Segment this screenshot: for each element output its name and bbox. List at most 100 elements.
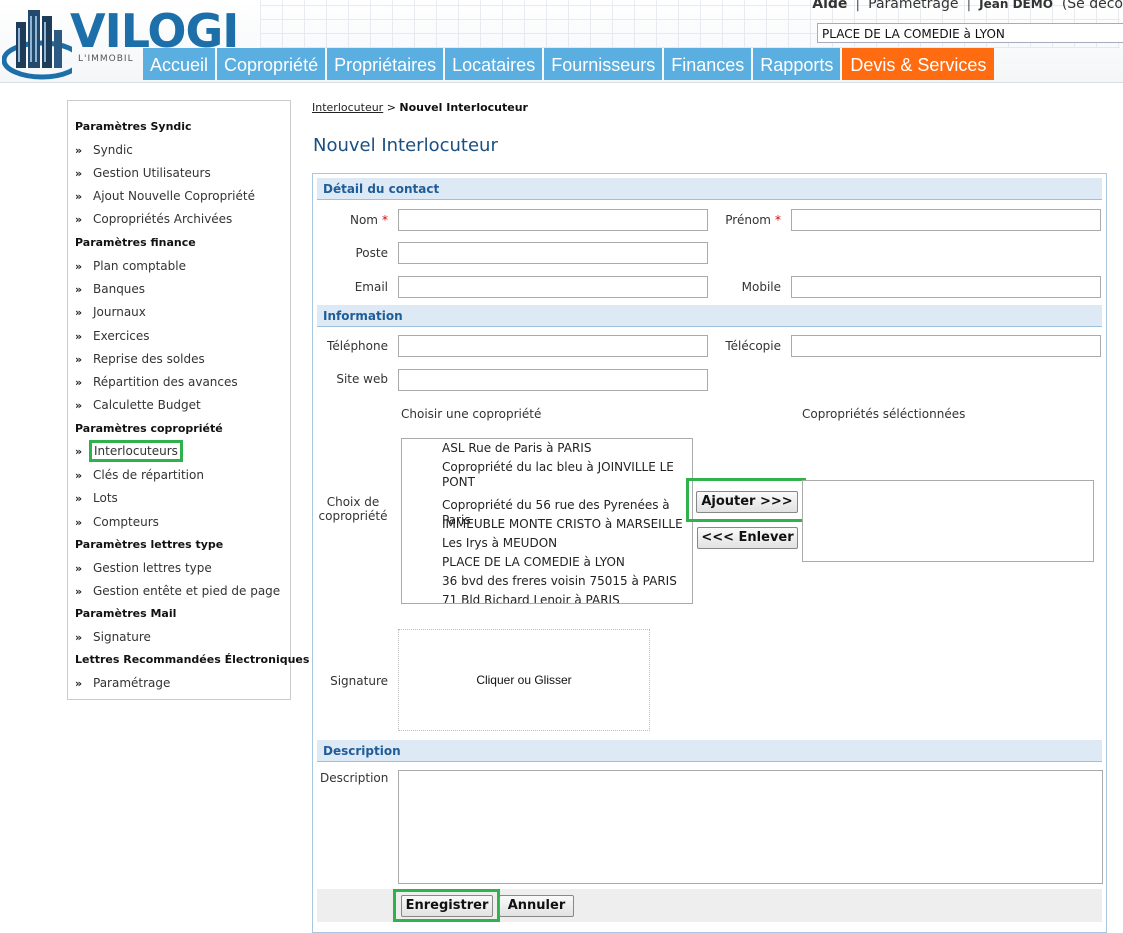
description-textarea[interactable]	[398, 770, 1103, 884]
poste-label: Poste	[355, 246, 389, 260]
choix-copropriete-label: Choix de copropriété	[318, 495, 388, 523]
required-marker: *	[382, 213, 388, 227]
sidebar-section-heading: Paramètres finance	[75, 236, 196, 249]
chevron-right-icon: »	[75, 445, 83, 458]
section-description-header: Description	[317, 740, 1102, 762]
sidebar-item-signature[interactable]: » Signature	[75, 630, 151, 644]
copropriete-option[interactable]: IMMEUBLE MONTE CRISTO à MARSEILLE	[442, 517, 688, 532]
chevron-right-icon: »	[75, 190, 83, 203]
logout-link[interactable]: (Se déco	[1062, 0, 1123, 12]
sidebar-section-heading: Paramètres Mail	[75, 607, 177, 620]
copropriete-option[interactable]: 71 Bld Richard Lenoir à PARIS	[442, 593, 688, 603]
telecopie-label: Télécopie	[725, 339, 781, 353]
sidebar-item-label: Lots	[93, 491, 118, 505]
sidebar-item-exercices[interactable]: » Exercices	[75, 329, 150, 343]
tab-rapports[interactable]: Rapports	[753, 48, 841, 80]
breadcrumb-interlocuteur-link[interactable]: Interlocuteur	[312, 101, 383, 114]
telephone-input[interactable]	[398, 335, 708, 357]
settings-sidebar: Paramètres Syndic » Syndic » Gestion Utilisa…	[67, 100, 309, 700]
tab-finances[interactable]: Finances	[664, 48, 752, 80]
sidebar-item-compteurs[interactable]: » Compteurs	[75, 515, 159, 529]
prenom-input[interactable]	[791, 209, 1101, 231]
mobile-input[interactable]	[791, 276, 1101, 298]
sidebar-item-parametrage[interactable]: » Paramétrage	[75, 676, 170, 690]
sidebar-item-ajout-nouvelle-copropriete[interactable]: » Ajout Nouvelle Copropriété	[75, 189, 255, 203]
sidebar-item-banques[interactable]: » Banques	[75, 282, 145, 296]
siteweb-label: Site web	[336, 372, 388, 386]
siteweb-input[interactable]	[398, 369, 708, 391]
logo-tagline: L'IMMOBIL	[78, 54, 134, 64]
selected-coproprietes-list[interactable]	[802, 480, 1094, 562]
telecopie-input[interactable]	[791, 335, 1101, 357]
telephone-label: Téléphone	[327, 339, 388, 353]
sidebar-section-heading: Paramètres lettres type	[75, 538, 224, 551]
sidebar-item-coproprietes-archivees[interactable]: » Copropriétés Archivées	[75, 212, 232, 226]
copropriete-option[interactable]: Les Irys à MEUDON	[442, 536, 688, 551]
enlever-button[interactable]: <<< Enlever	[697, 527, 798, 549]
copropriete-selector[interactable]: PLACE DE LA COMEDIE à LYON	[817, 23, 1123, 43]
sidebar-item-cles-de-repartition[interactable]: » Clés de répartition	[75, 468, 204, 482]
sidebar-section-heading: Paramètres copropriété	[75, 422, 223, 435]
enregistrer-button[interactable]: Enregistrer	[401, 895, 493, 917]
chevron-right-icon: »	[75, 167, 83, 180]
aide-link[interactable]: Aide	[812, 0, 847, 12]
section-description-title: Description	[323, 744, 401, 758]
copropriete-option[interactable]: PLACE DE LA COMEDIE à LYON	[442, 555, 688, 570]
email-input[interactable]	[398, 276, 708, 298]
chevron-right-icon: »	[75, 376, 83, 389]
tab-locataires[interactable]: Locataires	[445, 48, 543, 80]
sidebar-item-plan-comptable[interactable]: » Plan comptable	[75, 259, 186, 273]
email-label: Email	[354, 280, 388, 294]
sidebar-item-label: Banques	[93, 282, 146, 296]
chevron-right-icon: »	[75, 283, 83, 296]
chevron-right-icon: »	[75, 516, 83, 529]
chevron-right-icon: »	[75, 213, 83, 226]
sidebar-item-journaux[interactable]: » Journaux	[75, 305, 146, 319]
breadcrumb-separator: >	[386, 101, 396, 114]
annuler-button[interactable]: Annuler	[499, 895, 574, 917]
nom-input[interactable]	[398, 209, 708, 231]
sidebar-item-calculette-budget[interactable]: » Calculette Budget	[75, 398, 201, 412]
sidebar-item-gestion-lettres-type[interactable]: » Gestion lettres type	[75, 561, 212, 575]
chevron-right-icon: »	[75, 353, 83, 366]
sidebar-item-repartition-des-avances[interactable]: » Répartition des avances	[75, 375, 238, 389]
building-logo-icon	[2, 10, 72, 80]
link-separator: |	[966, 0, 972, 12]
tab-proprietaires[interactable]: Propriétaires	[327, 48, 444, 80]
tab-devis-services[interactable]: Devis & Services	[842, 48, 995, 80]
sidebar-item-label: Clés de répartition	[93, 468, 204, 482]
sidebar-item-lots[interactable]: » Lots	[75, 491, 118, 505]
ajouter-button[interactable]: Ajouter >>>	[696, 491, 798, 513]
sidebar-item-label: Interlocuteurs	[89, 440, 183, 462]
signature-dropzone[interactable]: Cliquer ou Glisser	[398, 629, 650, 731]
sidebar-item-reprise-des-soldes[interactable]: » Reprise des soldes	[75, 352, 205, 366]
description-label: Description	[320, 771, 389, 785]
section-information-header: Information	[317, 305, 1102, 327]
sidebar-item-gestion-entete-et-pied-de-page[interactable]: » Gestion entête et pied de page	[75, 584, 280, 598]
required-marker: *	[775, 213, 781, 227]
chevron-right-icon: »	[75, 469, 83, 482]
chevron-right-icon: »	[75, 677, 83, 690]
sidebar-section-heading: Lettres Recommandées Électroniques	[75, 653, 310, 666]
chevron-right-icon: »	[75, 330, 83, 343]
sidebar-section-heading: Paramètres Syndic	[75, 120, 192, 133]
copropriete-option[interactable]: ASL Rue de Paris à PARIS	[442, 441, 688, 456]
sidebar-item-syndic[interactable]: » Syndic	[75, 143, 133, 157]
prenom-label: Prénom *	[725, 213, 781, 227]
tab-accueil[interactable]: Accueil	[143, 48, 216, 80]
sidebar-item-label: Gestion entête et pied de page	[93, 584, 281, 598]
tab-copropriete[interactable]: Copropriété	[217, 48, 326, 80]
sidebar-item-label: Gestion Utilisateurs	[93, 166, 211, 180]
parametrage-link[interactable]: Paramétrage	[868, 0, 958, 12]
copropriete-option[interactable]: 36 bvd des freres voisin 75015 à PARIS	[442, 574, 688, 589]
sidebar-item-gestion-utilisateurs[interactable]: » Gestion Utilisateurs	[75, 166, 211, 180]
copropriete-option[interactable]: Copropriété du lac bleu à JOINVILLE LE P…	[442, 460, 688, 490]
sidebar-item-label: Signature	[93, 630, 151, 644]
poste-input[interactable]	[398, 242, 708, 264]
sidebar-item-label: Compteurs	[93, 515, 159, 529]
copropriete-choice-list[interactable]: ASL Rue de Paris à PARIS Copropriété du l…	[401, 438, 693, 604]
tab-fournisseurs[interactable]: Fournisseurs	[544, 48, 663, 80]
sidebar-item-label: Journaux	[93, 305, 146, 319]
sidebar-item-label: Calculette Budget	[93, 398, 201, 412]
sidebar-item-interlocuteurs[interactable]: » Interlocuteurs	[75, 440, 183, 462]
